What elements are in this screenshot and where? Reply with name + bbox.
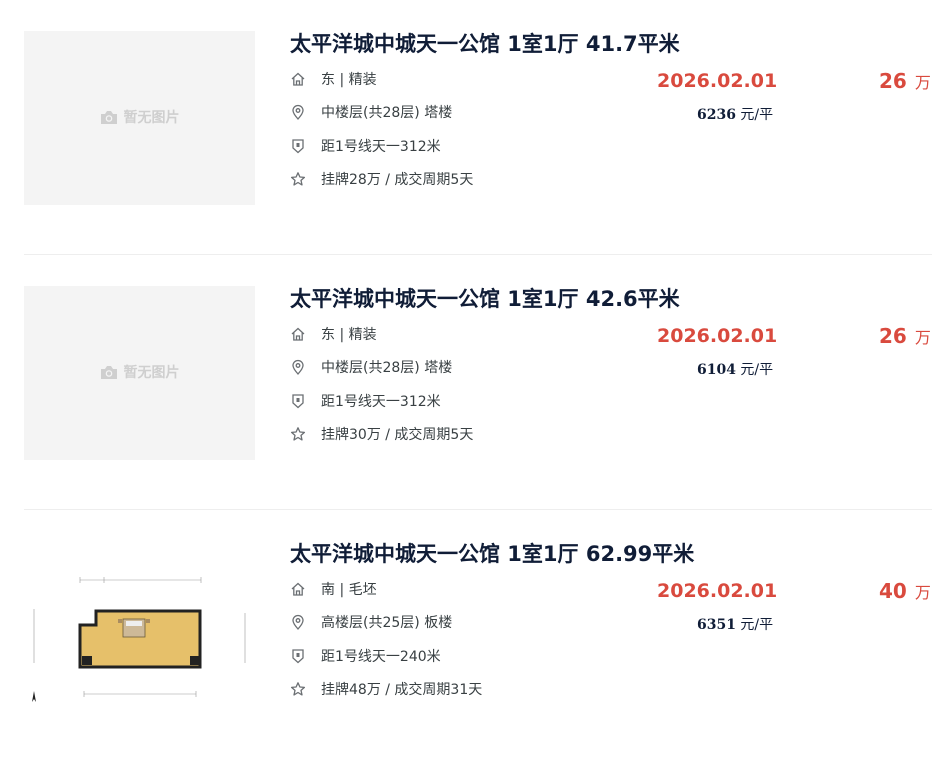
floor-row: 中楼层(共28层) 塔楼 — [290, 102, 452, 122]
listing-thumbnail[interactable]: 暂无图片 — [24, 286, 255, 460]
shield-icon — [290, 393, 306, 409]
listing-row: 挂牌48万 / 成交周期31天 — [290, 679, 482, 699]
unit-price: 6351 元/平 — [697, 614, 773, 634]
orientation-row: 东 | 精装 — [290, 69, 377, 89]
total-price-value: 26 — [879, 69, 907, 93]
unit-price-unit: 元/平 — [740, 362, 774, 378]
listing-title[interactable]: 太平洋城中城天一公馆 1室1厅 41.7平米 — [290, 28, 680, 58]
list-item[interactable]: 太平洋城中城天一公馆 1室1厅 62.99平米 南 | 毛坯 高楼层(共25层)… — [0, 510, 950, 765]
listing-title[interactable]: 太平洋城中城天一公馆 1室1厅 42.6平米 — [290, 283, 680, 313]
unit-price-unit: 元/平 — [740, 617, 774, 633]
subway-row: 距1号线天一312米 — [290, 136, 441, 156]
floor-row: 高楼层(共25层) 板楼 — [290, 612, 452, 632]
total-price-value: 26 — [879, 324, 907, 348]
unit-price-value: 6236 — [697, 107, 736, 123]
unit-price-value: 6351 — [697, 617, 736, 633]
listing-row: 挂牌28万 / 成交周期5天 — [290, 169, 473, 189]
total-price: 26 万 — [879, 69, 931, 93]
list-item[interactable]: 暂无图片 太平洋城中城天一公馆 1室1厅 42.6平米 东 | 精装 中楼层(共… — [0, 255, 950, 510]
orientation-row: 东 | 精装 — [290, 324, 377, 344]
no-image-label: 暂无图片 — [123, 110, 180, 126]
unit-price-unit: 元/平 — [740, 107, 774, 123]
total-price-unit: 万 — [914, 328, 931, 347]
subway-info: 距1号线天一312米 — [321, 139, 441, 155]
location-pin-icon — [290, 104, 306, 120]
floor-row: 中楼层(共28层) 塔楼 — [290, 357, 452, 377]
unit-price: 6236 元/平 — [697, 104, 773, 124]
orientation-row: 南 | 毛坯 — [290, 579, 377, 599]
camera-icon — [100, 365, 118, 384]
floorplan-thumbnail[interactable] — [24, 541, 255, 715]
location-pin-icon — [290, 614, 306, 630]
no-image-label: 暂无图片 — [123, 365, 180, 381]
star-icon — [290, 426, 306, 442]
deal-date: 2026.02.01 — [657, 325, 778, 347]
location-pin-icon — [290, 359, 306, 375]
orientation-decoration: 东 | 精装 — [321, 327, 377, 343]
orientation-decoration: 南 | 毛坯 — [321, 582, 377, 598]
total-price: 26 万 — [879, 324, 931, 348]
house-icon — [290, 326, 306, 342]
house-icon — [290, 581, 306, 597]
floor-info: 中楼层(共28层) 塔楼 — [321, 360, 453, 376]
unit-price-value: 6104 — [697, 362, 736, 378]
star-icon — [290, 681, 306, 697]
deal-list: 暂无图片 太平洋城中城天一公馆 1室1厅 41.7平米 东 | 精装 中楼层(共… — [0, 0, 950, 765]
total-price-unit: 万 — [914, 583, 931, 602]
deal-date: 2026.02.01 — [657, 70, 778, 92]
star-icon — [290, 171, 306, 187]
camera-icon — [100, 110, 118, 129]
subway-info: 距1号线天一240米 — [321, 649, 441, 665]
listing-row: 挂牌30万 / 成交周期5天 — [290, 424, 473, 444]
subway-row: 距1号线天一312米 — [290, 391, 441, 411]
list-item[interactable]: 暂无图片 太平洋城中城天一公馆 1室1厅 41.7平米 东 | 精装 中楼层(共… — [0, 0, 950, 255]
floorplan-image — [32, 577, 246, 702]
subway-info: 距1号线天一312米 — [321, 394, 441, 410]
deal-date: 2026.02.01 — [657, 580, 778, 602]
unit-price: 6104 元/平 — [697, 359, 773, 379]
listing-thumbnail[interactable]: 暂无图片 — [24, 31, 255, 205]
shield-icon — [290, 138, 306, 154]
no-image-placeholder: 暂无图片 — [24, 362, 255, 384]
total-price-unit: 万 — [914, 73, 931, 92]
house-icon — [290, 71, 306, 87]
floor-info: 高楼层(共25层) 板楼 — [321, 615, 453, 631]
total-price: 40 万 — [879, 579, 931, 603]
floor-info: 中楼层(共28层) 塔楼 — [321, 105, 453, 121]
shield-icon — [290, 648, 306, 664]
orientation-decoration: 东 | 精装 — [321, 72, 377, 88]
listing-info: 挂牌48万 / 成交周期31天 — [321, 682, 483, 698]
subway-row: 距1号线天一240米 — [290, 646, 441, 666]
no-image-placeholder: 暂无图片 — [24, 107, 255, 129]
listing-info: 挂牌30万 / 成交周期5天 — [321, 427, 474, 443]
total-price-value: 40 — [879, 579, 907, 603]
listing-info: 挂牌28万 / 成交周期5天 — [321, 172, 474, 188]
listing-title[interactable]: 太平洋城中城天一公馆 1室1厅 62.99平米 — [290, 538, 694, 568]
